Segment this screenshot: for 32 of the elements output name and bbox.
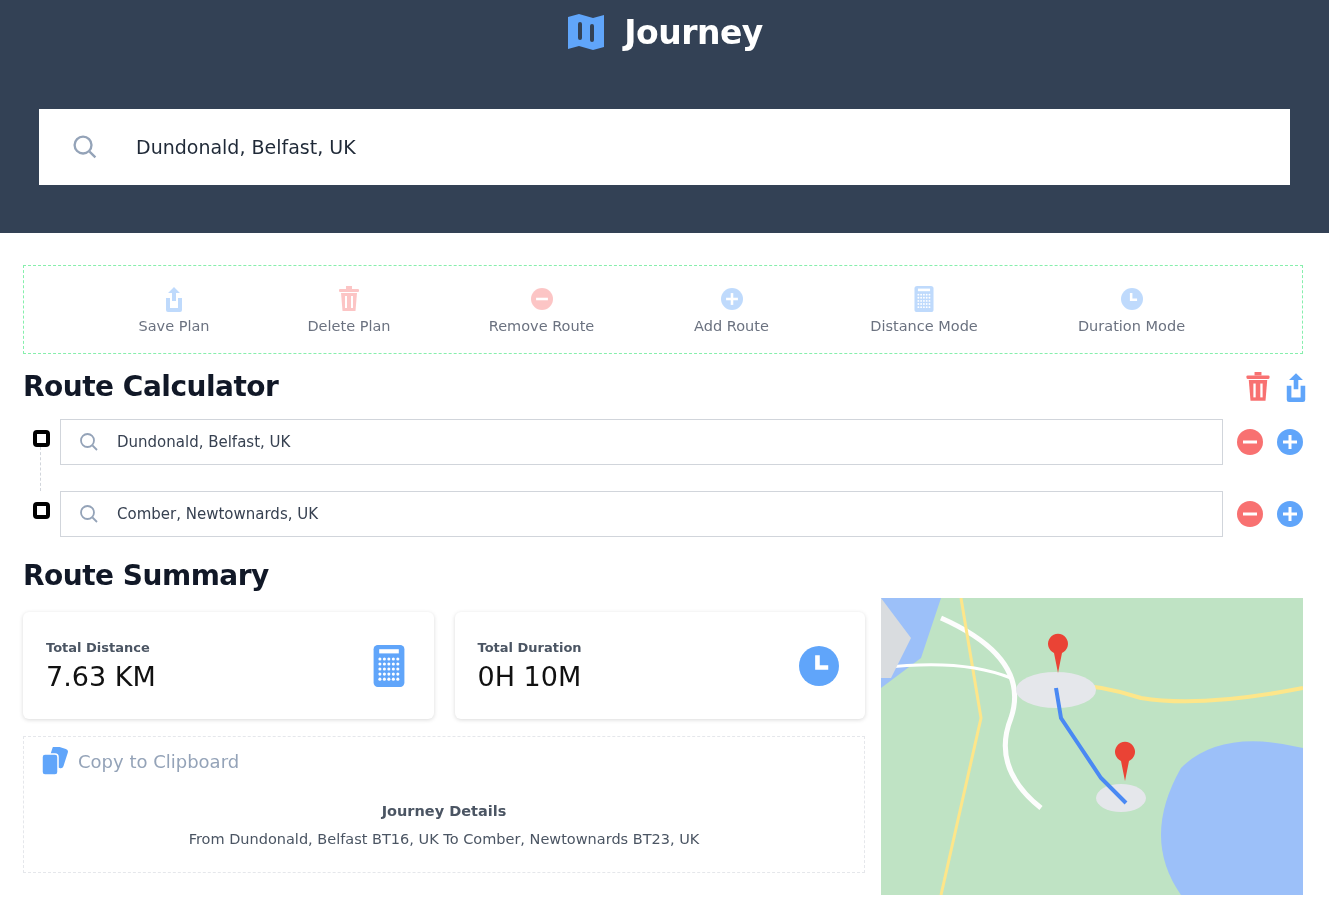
location-field[interactable]: Dundonald, Belfast, UK <box>60 419 1223 465</box>
card-value: 7.63 KM <box>46 660 156 692</box>
search-icon <box>79 504 99 524</box>
card-label: Total Duration <box>477 639 582 655</box>
minus-icon <box>1237 501 1263 527</box>
trash-icon <box>1245 371 1271 402</box>
app-title: Journey <box>624 12 763 52</box>
section-title: Route Summary <box>23 559 270 592</box>
stop-marker <box>33 502 50 519</box>
search-icon <box>79 432 99 452</box>
map-icon <box>566 13 607 51</box>
plus-icon <box>1277 429 1303 455</box>
search-field[interactable]: Dundonald, Belfast, UK <box>39 109 1290 185</box>
calculator-icon <box>913 285 935 312</box>
card-value: 0H 10M <box>477 660 582 692</box>
details-text: From Dundonald, Belfast BT16, UK To Comber, Newtownards BT23, UK <box>188 831 700 847</box>
plus-icon <box>1277 501 1303 527</box>
location-field[interactable]: Comber, Newtownards, UK <box>60 491 1223 537</box>
trash-icon <box>338 285 360 312</box>
minus-icon <box>530 285 553 312</box>
clipboard-icon <box>42 747 68 775</box>
card-label: Total Distance <box>46 639 151 655</box>
copy-button[interactable]: Copy to Clipboard <box>42 747 240 775</box>
minus-icon <box>1237 429 1263 455</box>
share-icon <box>163 285 185 312</box>
plus-icon <box>720 285 743 312</box>
clock-icon <box>799 645 839 686</box>
delete-button[interactable] <box>1245 371 1271 402</box>
details-title: Journey Details <box>381 803 507 819</box>
stop-marker <box>33 430 50 447</box>
section-title: Route Calculator <box>23 370 279 403</box>
clock-icon <box>1120 285 1143 312</box>
